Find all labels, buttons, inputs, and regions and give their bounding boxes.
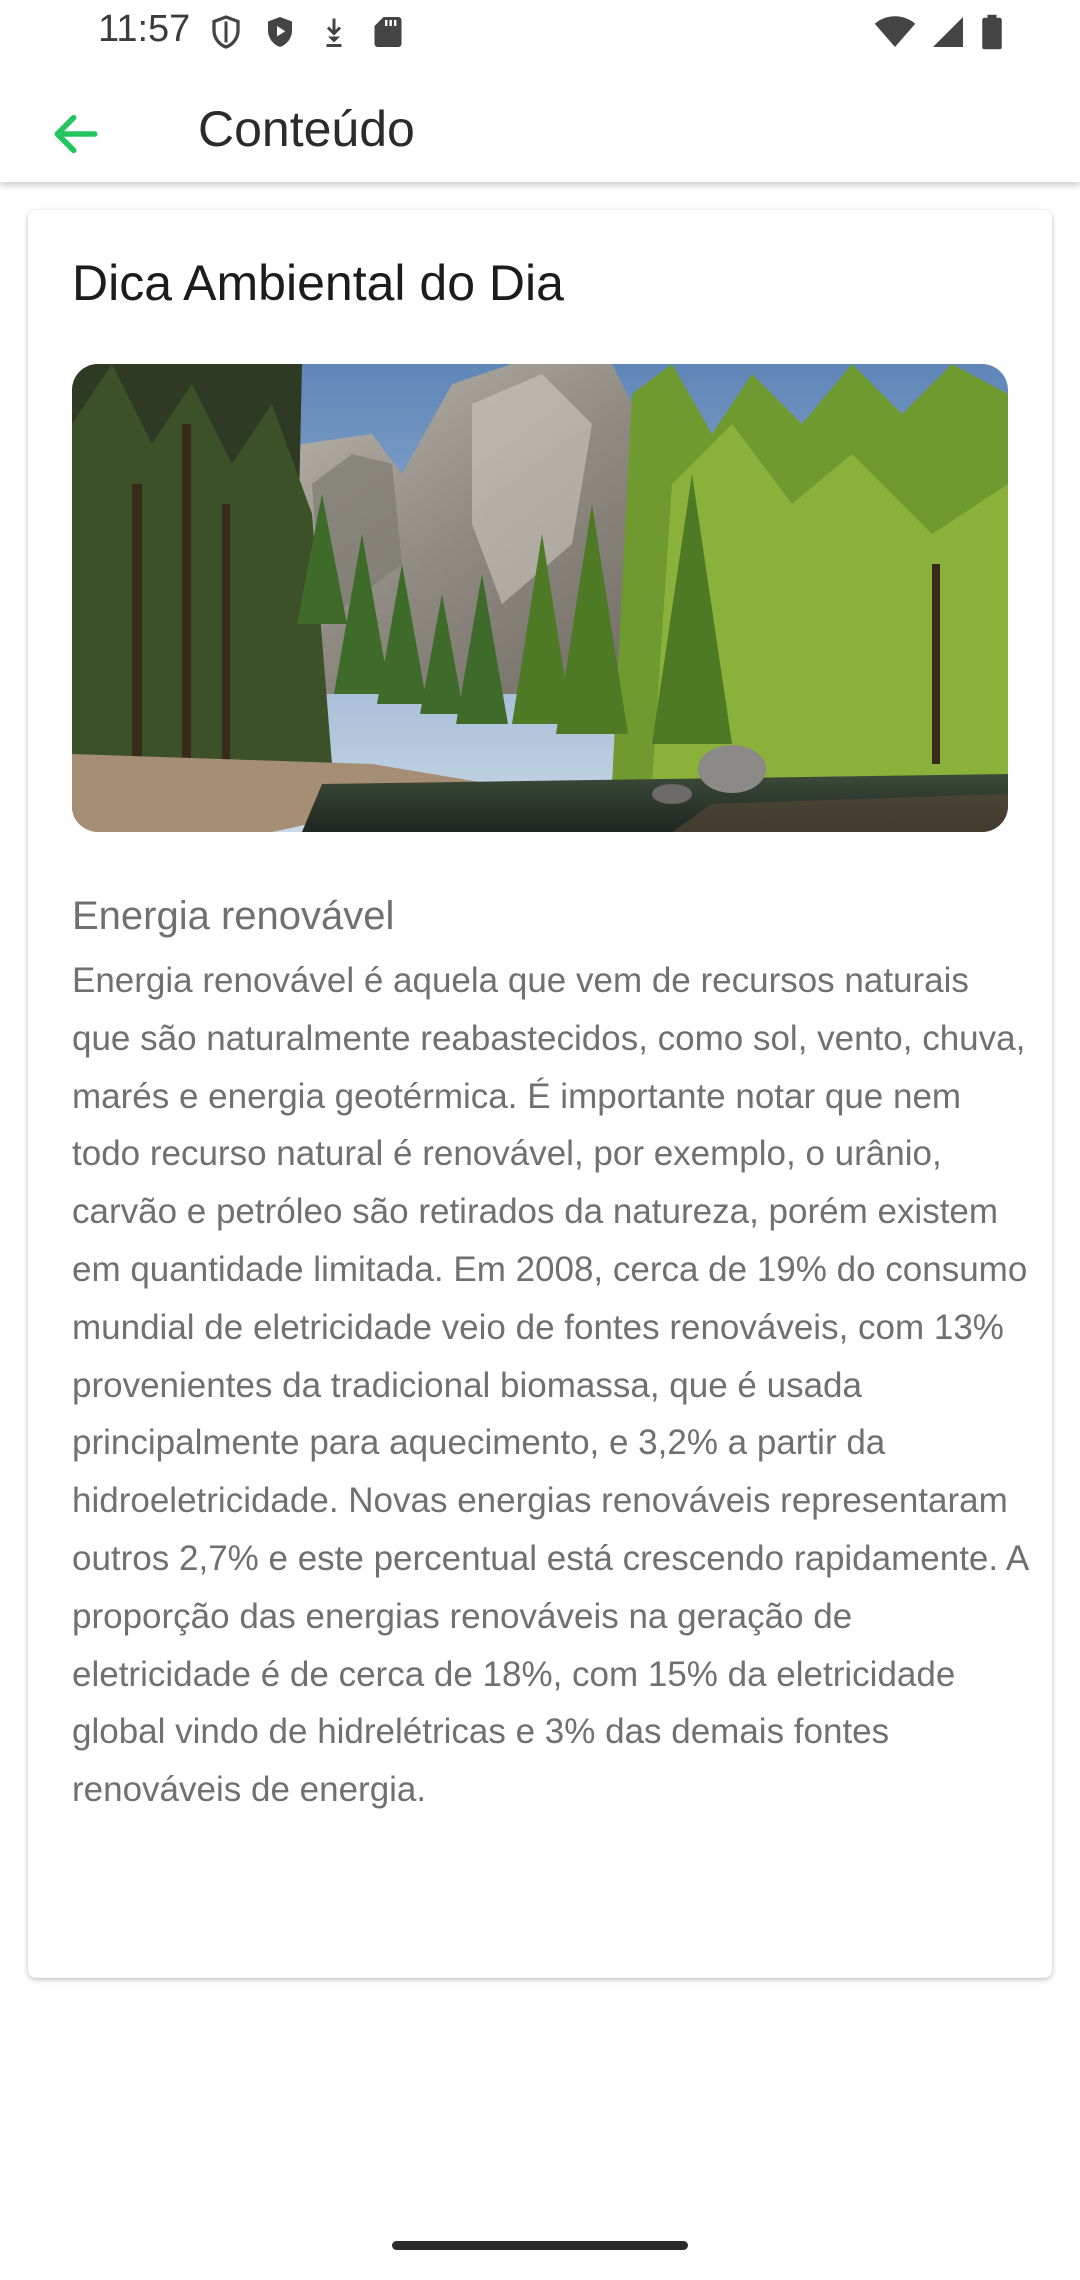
shield-outline-icon <box>212 15 240 49</box>
cellular-signal-icon <box>933 17 963 47</box>
page-title: Conteúdo <box>198 101 415 157</box>
wifi-icon <box>874 16 916 47</box>
forest-mountain-image <box>72 364 1008 832</box>
status-icons-right <box>874 14 1004 50</box>
section-body: Energia renovável é aquela que vem de re… <box>72 961 1028 1810</box>
status-icons-left <box>208 14 406 50</box>
app-bar: Conteúdo <box>0 66 1080 182</box>
section-title: Energia renovável <box>72 894 395 938</box>
sd-card-icon <box>374 17 402 47</box>
tip-card: Dica Ambiental do Dia Energia renovável … <box>28 210 1052 1978</box>
status-time: 11:57 <box>98 8 191 50</box>
landscape-photo <box>72 364 1008 832</box>
home-indicator[interactable] <box>392 2241 688 2250</box>
status-bar: 11:57 <box>0 0 1080 66</box>
download-icon <box>326 18 342 47</box>
battery-icon <box>982 14 1002 50</box>
back-button[interactable] <box>38 96 114 172</box>
card-title: Dica Ambiental do Dia <box>72 255 564 311</box>
screen: 11:57 Conteúdo Dica Ambiental do Dia Ene… <box>0 0 1080 2280</box>
arrow-back-icon <box>54 114 98 154</box>
play-protect-icon <box>268 17 292 47</box>
